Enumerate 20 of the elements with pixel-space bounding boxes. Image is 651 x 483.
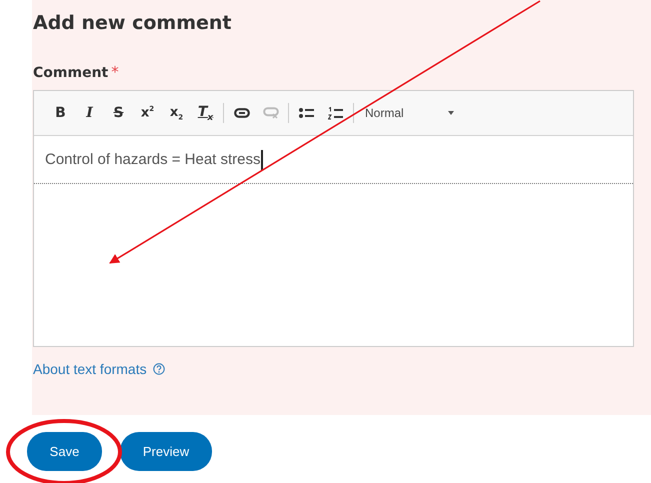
editor-text[interactable]: Control of hazards = Heat stress: [34, 136, 633, 184]
numbered-list-icon: [328, 106, 343, 120]
required-mark: *: [111, 63, 119, 81]
section-heading: Add new comment: [33, 11, 233, 36]
superscript-button[interactable]: x$^{2}$: [133, 101, 162, 125]
save-button[interactable]: Save: [27, 432, 102, 471]
subscript-button[interactable]: x$_{2}$: [162, 101, 191, 125]
strikethrough-button[interactable]: S: [104, 101, 133, 125]
italic-button[interactable]: I: [75, 101, 104, 125]
caret-icon: [448, 111, 454, 115]
help-icon[interactable]: [152, 363, 165, 375]
link-icon: [234, 108, 250, 118]
unlink-icon: [262, 107, 278, 119]
format-dropdown[interactable]: Normal: [357, 106, 462, 120]
preview-button[interactable]: Preview: [120, 432, 212, 471]
bulleted-list-icon: [299, 107, 314, 119]
bold-button[interactable]: B: [46, 101, 75, 125]
help-link[interactable]: About text formats: [33, 361, 147, 377]
remove-format-button[interactable]: T$_{x}$: [191, 101, 220, 125]
field-label: Comment: [33, 65, 108, 81]
